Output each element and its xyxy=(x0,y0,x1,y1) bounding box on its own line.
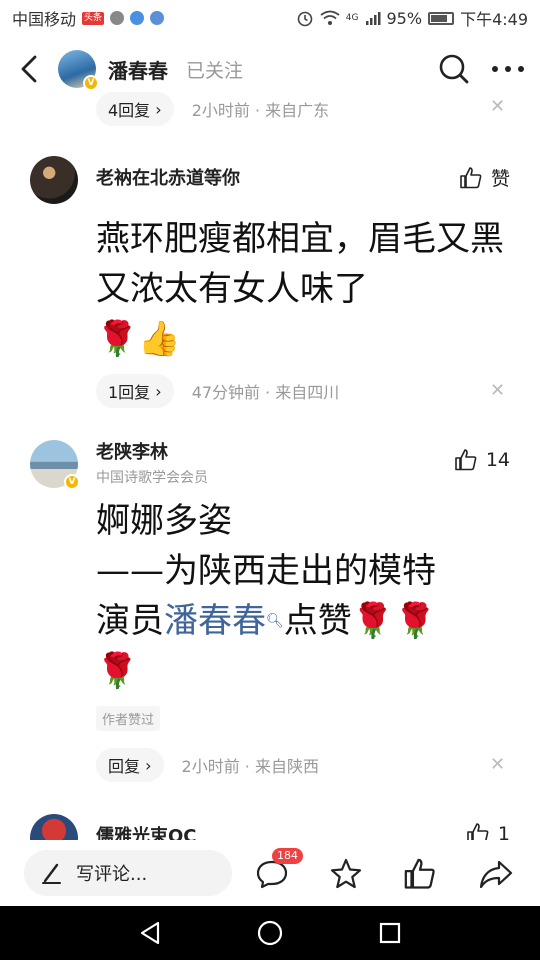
comment-time-location: 2小时前 · 来自陕西 xyxy=(181,757,319,776)
star-icon xyxy=(330,858,362,889)
wifi-icon xyxy=(320,10,340,25)
avatar[interactable]: V xyxy=(30,440,80,490)
comment-placeholder: 写评论... xyxy=(76,864,148,885)
comment-feed[interactable]: 4回复 › 2小时前 · 来自广东 ✕ 老衲在北赤道等你 赞 燕环肥瘦都相宜，眉… xyxy=(0,92,540,840)
battery-icon xyxy=(428,11,455,25)
avatar[interactable] xyxy=(30,156,78,204)
nav-back-button[interactable] xyxy=(130,916,170,950)
nav-recents-button[interactable] xyxy=(370,916,410,950)
comments-button[interactable]: 184 xyxy=(250,848,303,896)
comment-line: 婀娜多姿 xyxy=(96,501,232,541)
wechat-icon xyxy=(110,11,125,25)
thumbs-up-icon xyxy=(460,166,482,188)
emoji: 🌹👍 xyxy=(96,319,181,359)
comment-time-location: 47分钟前 · 来自四川 xyxy=(191,383,340,402)
music-icon xyxy=(130,11,145,25)
avatar[interactable]: V xyxy=(58,50,99,91)
replies-label: 回复 xyxy=(108,757,141,776)
more-icon xyxy=(492,66,524,72)
verified-icon: V xyxy=(64,474,80,490)
comment-meta: 4回复 › 2小时前 · 来自广东 xyxy=(96,92,329,126)
replies-label: 1回复 xyxy=(108,383,151,402)
comment-count-badge: 184 xyxy=(272,848,303,864)
like-button[interactable]: 赞 xyxy=(459,164,510,191)
avatar[interactable] xyxy=(30,814,78,840)
like-count: 14 xyxy=(485,449,510,471)
system-nav-bar xyxy=(0,906,540,960)
chevron-right-icon: › xyxy=(145,755,152,775)
status-bar: 中国移动 头条 4G 95% 下午4:49 xyxy=(0,0,540,36)
triangle-back-icon xyxy=(140,921,160,945)
chevron-right-icon: › xyxy=(155,381,162,401)
dismiss-icon[interactable]: ✕ xyxy=(490,380,505,401)
comment-username[interactable]: 儒雅光束QC xyxy=(96,822,197,840)
like-count: 1 xyxy=(497,823,510,840)
favorite-button[interactable] xyxy=(324,852,368,896)
dismiss-icon[interactable]: ✕ xyxy=(490,754,505,775)
comment-line: ——为陕西走出的模特 xyxy=(96,551,436,591)
network-type: 4G xyxy=(345,13,359,23)
like-article-button[interactable] xyxy=(398,852,442,896)
signal-icon xyxy=(365,12,380,25)
thumbs-up-icon xyxy=(455,449,477,471)
share-icon xyxy=(479,860,513,889)
replies-button[interactable]: 1回复 › xyxy=(96,374,174,408)
thumbs-up-icon xyxy=(404,858,435,889)
verified-icon: V xyxy=(83,75,99,91)
more-button[interactable] xyxy=(476,47,540,91)
comment-meta: 1回复 › 47分钟前 · 来自四川 xyxy=(96,374,339,408)
comment-input[interactable]: 写评论... xyxy=(24,850,232,896)
user-title: 中国诗歌学会会员 xyxy=(96,470,208,486)
like-label: 赞 xyxy=(490,168,510,190)
comment-text: 婀娜多姿 ——为陕西走出的模特 演员潘春春🔍︎点赞🌹🌹 🌹 xyxy=(96,496,506,696)
comment-username[interactable]: 老衲在北赤道等你 xyxy=(96,164,240,190)
comment-body: 燕环肥瘦都相宜，眉毛又黑又浓太有女人味了 xyxy=(96,219,504,309)
bottom-action-bar: 写评论... 184 xyxy=(0,840,540,906)
dismiss-icon[interactable]: ✕ xyxy=(490,96,505,117)
replies-label: 4回复 xyxy=(108,101,151,120)
like-button[interactable]: 14 xyxy=(454,448,510,472)
chevron-right-icon: › xyxy=(155,99,162,119)
alarm-icon xyxy=(297,11,313,27)
comment-line: 演员 xyxy=(96,601,164,641)
square-recents-icon xyxy=(379,922,401,944)
follow-status[interactable]: 已关注 xyxy=(186,56,243,83)
comment-meta: 回复 › 2小时前 · 来自陕西 xyxy=(96,748,319,782)
profile-name[interactable]: 潘春春 xyxy=(108,55,168,84)
mention-icon: 🔍︎ xyxy=(266,613,284,629)
nav-home-button[interactable] xyxy=(250,916,290,950)
carrier-label: 中国移动 xyxy=(12,10,77,29)
mention-link[interactable]: 潘春春 xyxy=(164,601,266,641)
comment-text: 燕环肥瘦都相宜，眉毛又黑又浓太有女人味了 🌹👍 xyxy=(96,214,506,364)
like-button[interactable]: 1 xyxy=(466,822,510,840)
comment-username[interactable]: 老陕李林 xyxy=(96,438,168,464)
toutiao-badge: 头条 xyxy=(82,11,105,25)
replies-button[interactable]: 回复 › xyxy=(96,748,164,782)
emoji: 🌹 xyxy=(96,651,139,691)
comment-line: 点赞 xyxy=(283,601,352,641)
thumbs-up-icon xyxy=(467,823,489,840)
search-icon xyxy=(439,54,469,84)
search-button[interactable] xyxy=(432,47,476,91)
circle-home-icon xyxy=(257,920,283,946)
comment-time-location: 2小时前 · 来自广东 xyxy=(191,101,330,120)
author-liked-tag: 作者赞过 xyxy=(96,706,161,731)
pen-icon xyxy=(42,863,61,884)
replies-button[interactable]: 4回复 › xyxy=(96,92,174,126)
app-icon xyxy=(150,11,165,25)
share-button[interactable] xyxy=(474,852,518,896)
back-arrow-icon xyxy=(21,55,37,83)
battery-percent: 95% xyxy=(386,8,423,28)
emoji: 🌹🌹 xyxy=(351,601,437,641)
clock: 下午4:49 xyxy=(460,10,528,29)
